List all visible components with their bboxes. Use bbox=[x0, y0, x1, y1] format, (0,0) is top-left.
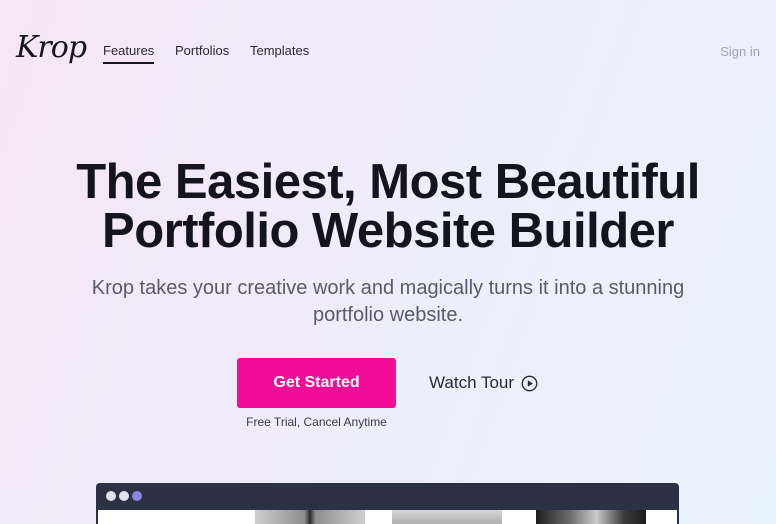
hero-title-line-2: Portfolio Website Builder bbox=[102, 204, 674, 258]
krop-logo[interactable]: Krop bbox=[16, 30, 87, 65]
portfolio-thumbnail bbox=[536, 510, 646, 524]
hero-subtitle: Krop takes your creative work and magica… bbox=[0, 275, 776, 329]
browser-preview bbox=[96, 483, 679, 524]
portfolio-thumbnail bbox=[255, 510, 365, 524]
nav-link-templates[interactable]: Templates bbox=[250, 43, 309, 58]
hero-subtitle-line-1: Krop takes your creative work and magica… bbox=[91, 277, 685, 299]
nav-link-features[interactable]: Features bbox=[103, 43, 155, 64]
browser-canvas bbox=[98, 510, 677, 524]
window-dot-icon bbox=[119, 491, 129, 501]
free-trial-note: Free Trial, Cancel Anytime bbox=[246, 415, 387, 429]
hero-title-line-1: The Easiest, Most Beautiful bbox=[76, 155, 700, 209]
top-nav: Krop Features Portfolios Templates Sign … bbox=[0, 0, 776, 100]
window-dot-icon bbox=[132, 491, 142, 501]
hero-subtitle-line-2: portfolio website. bbox=[312, 304, 464, 326]
watch-tour-label: Watch Tour bbox=[429, 373, 515, 392]
watch-tour-button[interactable]: Watch Tour bbox=[429, 371, 538, 395]
get-started-button[interactable]: Get Started bbox=[237, 358, 396, 408]
hero-title: The Easiest, Most Beautiful Portfolio We… bbox=[0, 158, 776, 256]
portfolio-thumbnail bbox=[392, 510, 502, 524]
play-circle-icon bbox=[521, 375, 538, 391]
nav-link-portfolios[interactable]: Portfolios bbox=[175, 43, 229, 58]
sign-in-link[interactable]: Sign in bbox=[720, 44, 760, 59]
window-dot-icon bbox=[106, 491, 116, 501]
